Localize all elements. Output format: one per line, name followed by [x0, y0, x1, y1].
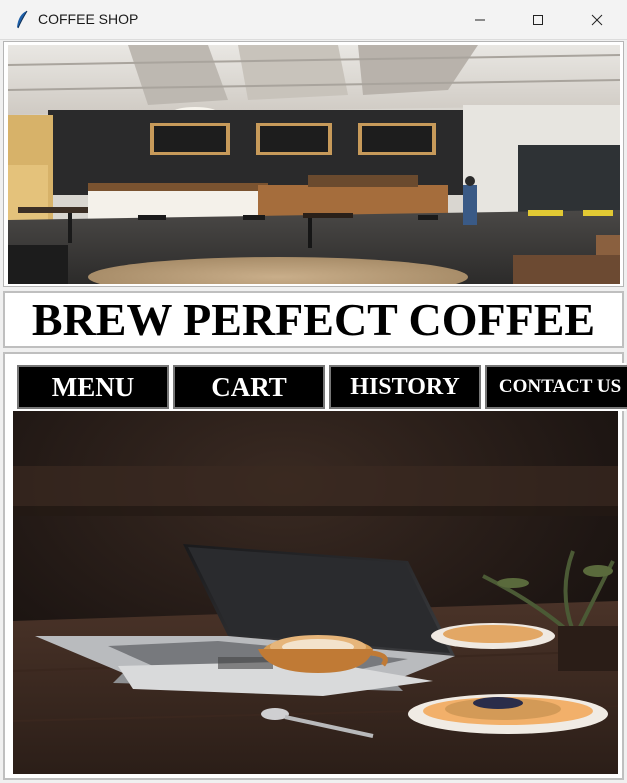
close-button[interactable] [574, 0, 620, 39]
minimize-icon [475, 19, 485, 20]
window-title: COFFEE SHOP [38, 11, 139, 27]
title-bar: COFFEE SHOP [0, 0, 627, 40]
header-image-frame [3, 41, 624, 287]
history-button[interactable]: HISTORY [329, 365, 481, 409]
laptop-latte-pastry-photo [13, 411, 618, 774]
cart-button[interactable]: CART [173, 365, 325, 409]
content-frame: MENU CART HISTORY CONTACT US [3, 352, 627, 780]
menu-button[interactable]: MENU [17, 365, 169, 409]
headline-banner: BREW PERFECT COFFEE [3, 291, 624, 348]
minimize-button[interactable] [457, 0, 503, 39]
nav-bar: MENU CART HISTORY CONTACT US [12, 363, 627, 411]
close-icon [591, 14, 603, 25]
contact-us-button[interactable]: CONTACT US [485, 365, 627, 409]
feather-icon [17, 10, 28, 29]
headline-text: BREW PERFECT COFFEE [31, 293, 596, 345]
cafe-interior-photo [8, 45, 620, 284]
maximize-button[interactable] [515, 0, 561, 39]
maximize-icon [533, 14, 543, 25]
